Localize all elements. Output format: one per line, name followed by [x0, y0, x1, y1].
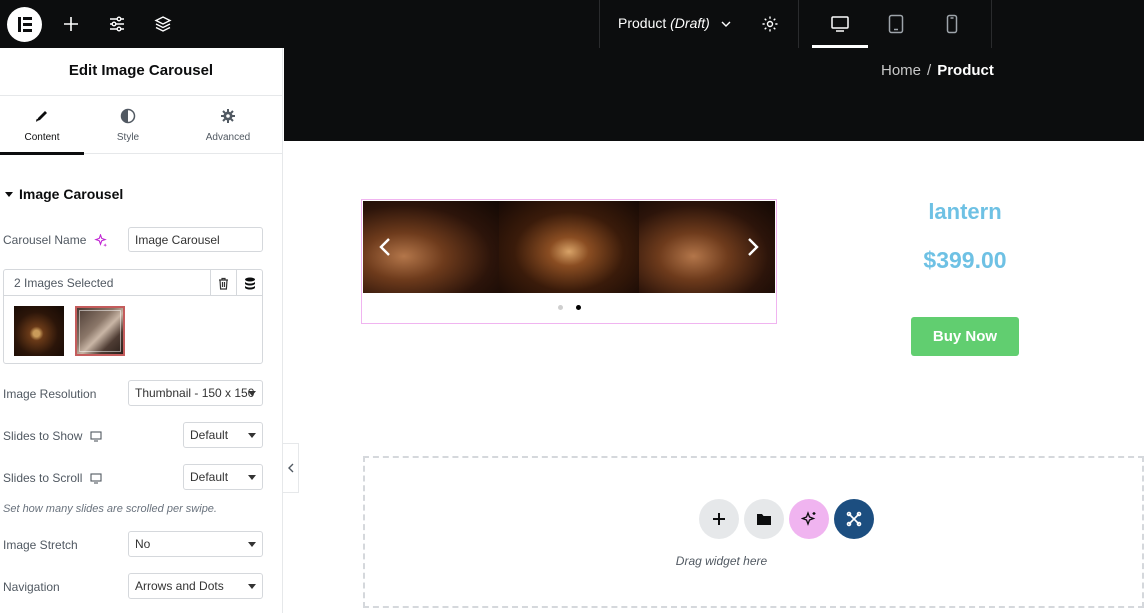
section-toggle-image-carousel[interactable]: Image Carousel — [5, 186, 123, 202]
tab-style-label: Style — [116, 132, 140, 143]
chevron-down-icon[interactable] — [720, 18, 732, 30]
breadcrumb-separator: / — [927, 62, 932, 79]
document-status: (Draft) — [670, 15, 710, 31]
carousel-next-arrow-icon[interactable] — [743, 235, 763, 259]
select-arrow-icon — [248, 433, 256, 438]
gallery-header: 2 Images Selected — [4, 270, 262, 296]
buy-now-button[interactable]: Buy Now — [911, 317, 1019, 356]
gear-icon — [186, 108, 270, 126]
carousel-name-input[interactable] — [128, 227, 263, 252]
navigation-select[interactable]: Arrows and Dots — [128, 573, 263, 599]
document-name: Product — [618, 15, 667, 31]
carousel-slides — [363, 201, 775, 293]
trash-icon[interactable] — [210, 270, 236, 296]
navigation-value: Arrows and Dots — [135, 579, 224, 593]
image-resolution-label: Image Resolution — [3, 387, 97, 401]
empty-section-dropzone[interactable]: Drag widget here — [363, 456, 1144, 608]
collapse-panel-button[interactable] — [283, 443, 299, 493]
gallery-thumbnail[interactable] — [14, 306, 64, 356]
template-library-icon[interactable] — [744, 499, 784, 539]
slides-to-scroll-label-text: Slides to Scroll — [3, 471, 83, 485]
add-icon[interactable] — [59, 12, 83, 36]
navigation-label: Navigation — [3, 580, 60, 594]
panel-tabs: Content Style Advanced — [0, 96, 282, 155]
add-section-icon[interactable] — [699, 499, 739, 539]
pencil-icon — [0, 108, 84, 126]
image-stretch-label: Image Stretch — [3, 538, 78, 552]
select-arrow-icon — [248, 391, 256, 396]
carousel-name-label: Carousel Name — [3, 233, 108, 247]
ai-sparkle-icon[interactable] — [94, 233, 108, 247]
tablet-icon[interactable] — [868, 0, 924, 48]
tab-content-label: Content — [24, 132, 60, 143]
elementor-logo-icon[interactable] — [7, 7, 42, 42]
breadcrumb: Home / Product — [881, 62, 994, 79]
desktop-icon[interactable] — [812, 0, 868, 48]
tab-advanced[interactable]: Advanced — [186, 96, 270, 154]
navigator-x-icon[interactable] — [834, 499, 874, 539]
image-carousel-widget[interactable] — [361, 199, 777, 324]
image-resolution-value: Thumbnail - 150 x 150 — [135, 386, 255, 400]
desktop-icon[interactable] — [90, 472, 102, 484]
gallery-count: 2 Images Selected — [14, 276, 114, 290]
tab-style[interactable]: Style — [86, 96, 170, 154]
slides-to-scroll-select[interactable]: Default — [183, 464, 263, 490]
editor-panel: Edit Image Carousel Content Style Advanc… — [0, 48, 283, 613]
slides-to-show-value: Default — [190, 428, 229, 442]
slides-to-show-select[interactable]: Default — [183, 422, 263, 448]
chevron-left-icon — [287, 463, 293, 473]
document-title[interactable]: Product (Draft) — [618, 15, 732, 31]
top-bar: Product (Draft) — [0, 0, 1144, 48]
select-arrow-icon — [248, 475, 256, 480]
breadcrumb-current: Product — [937, 62, 994, 79]
carousel-name-label-text: Carousel Name — [3, 233, 87, 247]
gallery-control: 2 Images Selected — [3, 269, 263, 364]
gallery-thumbnail[interactable] — [75, 306, 125, 356]
slides-to-scroll-label: Slides to Scroll — [3, 471, 102, 485]
product-price: $399.00 — [923, 247, 1007, 273]
carousel-prev-arrow-icon[interactable] — [375, 235, 395, 259]
tab-advanced-label: Advanced — [205, 132, 251, 143]
image-resolution-select[interactable]: Thumbnail - 150 x 150 — [128, 380, 263, 406]
gear-icon[interactable] — [758, 12, 782, 36]
document-title-area[interactable]: Product (Draft) — [599, 0, 799, 48]
caret-down-icon — [5, 191, 13, 197]
slides-to-show-label-text: Slides to Show — [3, 429, 83, 443]
select-arrow-icon — [248, 584, 256, 589]
section-title: Image Carousel — [19, 186, 124, 202]
carousel-dot[interactable] — [557, 305, 563, 310]
page-header-section: Home / Product — [284, 48, 1144, 141]
slides-to-show-label: Slides to Show — [3, 429, 102, 443]
image-stretch-select[interactable]: No — [128, 531, 263, 557]
carousel-pagination — [362, 305, 776, 310]
contrast-icon — [86, 108, 170, 126]
select-arrow-icon — [248, 542, 256, 547]
ai-sparkle-icon[interactable] — [789, 499, 829, 539]
tab-content[interactable]: Content — [0, 96, 84, 155]
image-stretch-value: No — [135, 537, 151, 551]
carousel-dot-active[interactable] — [575, 305, 581, 310]
slides-to-scroll-value: Default — [190, 470, 229, 484]
slides-to-scroll-hint: Set how many slides are scrolled per swi… — [3, 503, 217, 515]
drag-widget-hint: Drag widget here — [675, 554, 768, 568]
responsive-mode-switcher — [800, 0, 992, 48]
site-settings-icon[interactable] — [105, 12, 129, 36]
panel-title: Edit Image Carousel — [0, 48, 282, 96]
mobile-icon[interactable] — [924, 0, 980, 48]
carousel-slide — [499, 201, 639, 293]
product-title: lantern — [928, 199, 1002, 224]
structure-icon[interactable] — [151, 12, 175, 36]
desktop-icon[interactable] — [90, 430, 102, 442]
database-icon[interactable] — [236, 270, 262, 296]
breadcrumb-home[interactable]: Home — [881, 62, 921, 79]
